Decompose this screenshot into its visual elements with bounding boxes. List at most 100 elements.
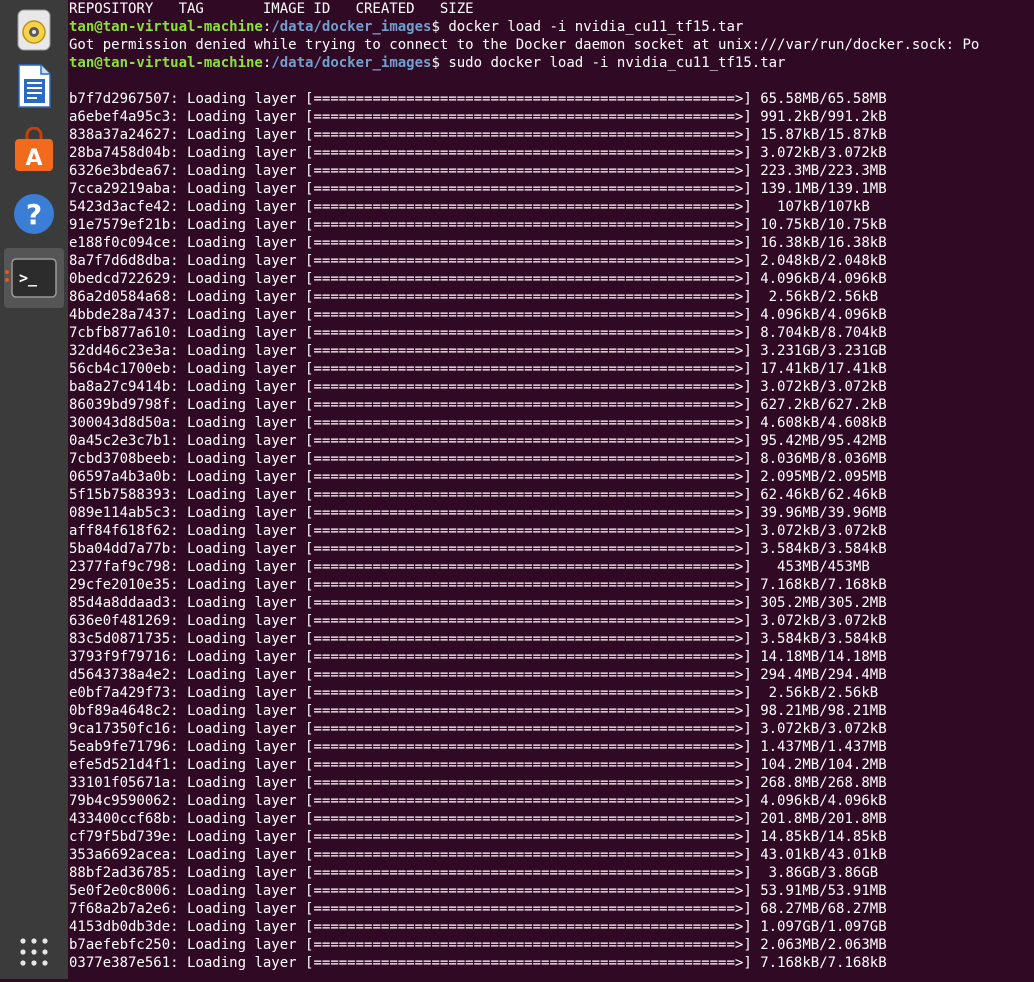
progress-bar: [=======================================…	[305, 721, 752, 737]
loading-label: Loading layer	[187, 901, 297, 917]
progress-bar: [=======================================…	[305, 163, 752, 179]
layer-space	[297, 955, 305, 971]
progress-bar: [=======================================…	[305, 127, 752, 143]
layer-space	[297, 883, 305, 899]
layer-size: 3.072kB/3.072kB	[751, 379, 887, 395]
help-launcher[interactable]: ?	[4, 186, 64, 242]
rhythmbox-launcher[interactable]	[4, 2, 64, 58]
progress-bar: [=======================================…	[305, 811, 752, 827]
layer-size: 53.91MB/53.91MB	[751, 883, 887, 899]
layer-size: 4.608kB/4.608kB	[751, 415, 887, 431]
layer-space	[297, 253, 305, 269]
layer-id: aff84f618f62	[69, 523, 171, 539]
layer-size: 14.85kB/14.85kB	[751, 829, 887, 845]
show-applications-button[interactable]	[4, 922, 64, 982]
loading-label: Loading layer	[187, 325, 297, 341]
layer-size: 305.2MB/305.2MB	[751, 595, 887, 611]
layer-size: 453MB/453MB	[751, 559, 870, 575]
layer-size: 104.2MB/104.2MB	[751, 757, 887, 773]
layer-id: b7f7d2967507	[69, 91, 171, 107]
layer-size: 7.168kB/7.168kB	[751, 955, 887, 971]
layer-colon: :	[170, 379, 188, 395]
progress-bar: [=======================================…	[305, 217, 752, 233]
layer-id: 4bbde28a7437	[69, 307, 171, 323]
progress-bar: [=======================================…	[305, 361, 752, 377]
layer-load-line: 0bf89a4648c2: Loading layer [===========…	[69, 702, 1034, 720]
loading-label: Loading layer	[187, 199, 297, 215]
loading-label: Loading layer	[187, 541, 297, 557]
progress-bar: [=======================================…	[305, 505, 752, 521]
writer-launcher[interactable]	[4, 58, 64, 114]
layer-space	[297, 577, 305, 593]
layer-id: 5423d3acfe42	[69, 199, 171, 215]
prompt-path: /data/docker_images	[271, 19, 432, 35]
loading-label: Loading layer	[187, 91, 297, 107]
layer-load-line: 29cfe2010e35: Loading layer [===========…	[69, 576, 1034, 594]
progress-bar: [=======================================…	[305, 307, 752, 323]
progress-bar: [=======================================…	[305, 649, 752, 665]
layer-colon: :	[170, 271, 188, 287]
layer-colon: :	[170, 577, 188, 593]
layer-space	[297, 163, 305, 179]
progress-bar: [=======================================…	[305, 523, 752, 539]
terminal-window[interactable]: REPOSITORY TAG IMAGE ID CREATED SIZE tan…	[69, 0, 1034, 979]
layer-size: 3.072kB/3.072kB	[751, 145, 887, 161]
layer-colon: :	[170, 523, 188, 539]
progress-bar: [=======================================…	[305, 685, 752, 701]
loading-label: Loading layer	[187, 397, 297, 413]
terminal-launcher[interactable]: >_	[4, 248, 64, 308]
layer-size: 3.584kB/3.584kB	[751, 541, 887, 557]
software-launcher[interactable]: A	[4, 122, 64, 178]
layer-size: 139.1MB/139.1MB	[751, 181, 887, 197]
layer-space	[297, 649, 305, 665]
layer-id: 838a37a24627	[69, 127, 171, 143]
layer-colon: :	[170, 829, 188, 845]
layer-load-line: 2377faf9c798: Loading layer [===========…	[69, 558, 1034, 576]
loading-label: Loading layer	[187, 181, 297, 197]
progress-bar: [=======================================…	[305, 271, 752, 287]
loading-label: Loading layer	[187, 145, 297, 161]
layer-load-line: cf79f5bd739e: Loading layer [===========…	[69, 828, 1034, 846]
layer-colon: :	[170, 127, 188, 143]
layer-id: 089e114ab5c3	[69, 505, 171, 521]
layer-load-line: 33101f05671a: Loading layer [===========…	[69, 774, 1034, 792]
layer-id: 3793f9f79716	[69, 649, 171, 665]
layer-id: 7cbfb877a610	[69, 325, 171, 341]
layer-space	[297, 109, 305, 125]
layer-load-line: 0bedcd722629: Loading layer [===========…	[69, 270, 1034, 288]
progress-bar: [=======================================…	[305, 631, 752, 647]
layer-size: 98.21MB/98.21MB	[751, 703, 887, 719]
loading-label: Loading layer	[187, 739, 297, 755]
layer-load-line: 353a6692acea: Loading layer [===========…	[69, 846, 1034, 864]
layer-space	[297, 343, 305, 359]
layer-load-line: 6326e3bdea67: Loading layer [===========…	[69, 162, 1034, 180]
layer-load-line: 79b4c9590062: Loading layer [===========…	[69, 792, 1034, 810]
layer-space	[297, 127, 305, 143]
layer-id: efe5d521d4f1	[69, 757, 171, 773]
progress-bar: [=======================================…	[305, 901, 752, 917]
layer-size: 62.46kB/62.46kB	[751, 487, 887, 503]
layer-size: 268.8MB/268.8MB	[751, 775, 887, 791]
layer-size: 2.095MB/2.095MB	[751, 469, 887, 485]
layer-size: 2.56kB/2.56kB	[751, 685, 879, 701]
layer-id: 86a2d0584a68	[69, 289, 171, 305]
progress-bar: [=======================================…	[305, 109, 752, 125]
layer-load-line: aff84f618f62: Loading layer [===========…	[69, 522, 1034, 540]
layer-colon: :	[170, 307, 188, 323]
layer-id: a6ebef4a95c3	[69, 109, 171, 125]
layer-space	[297, 829, 305, 845]
layer-colon: :	[170, 757, 188, 773]
layer-load-line: 5f15b7588393: Loading layer [===========…	[69, 486, 1034, 504]
layer-id: 8a7f7d6d8dba	[69, 253, 171, 269]
layer-size: 65.58MB/65.58MB	[751, 91, 887, 107]
layer-load-line: 85d4a8ddaad3: Loading layer [===========…	[69, 594, 1034, 612]
layer-id: 33101f05671a	[69, 775, 171, 791]
layer-size: 68.27MB/68.27MB	[751, 901, 887, 917]
progress-bar: [=======================================…	[305, 451, 752, 467]
layer-id: 28ba7458d04b	[69, 145, 171, 161]
progress-bar: [=======================================…	[305, 91, 752, 107]
layer-size: 3.584kB/3.584kB	[751, 631, 887, 647]
loading-label: Loading layer	[187, 271, 297, 287]
layer-load-line: b7f7d2967507: Loading layer [===========…	[69, 90, 1034, 108]
layer-id: 5eab9fe71796	[69, 739, 171, 755]
